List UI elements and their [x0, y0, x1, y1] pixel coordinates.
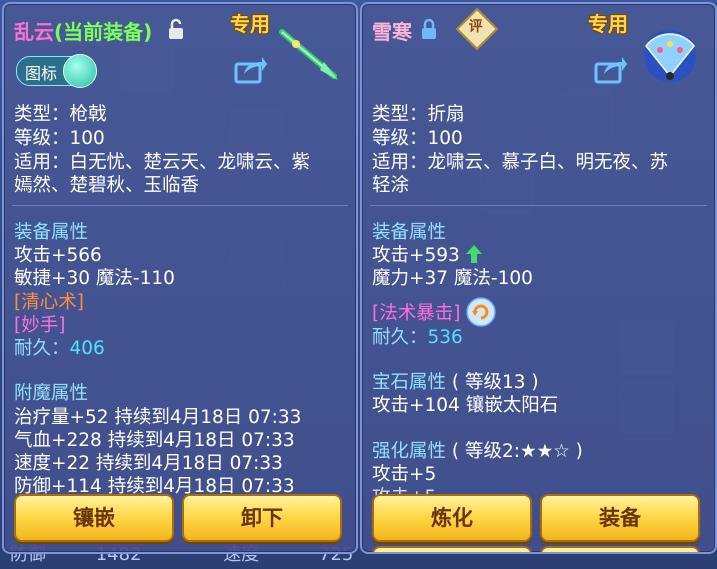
gem-heading-label: 宝石属性 — [372, 372, 447, 393]
toggle-knob — [63, 54, 97, 88]
extract-button[interactable]: 提炼 — [540, 546, 700, 552]
item-type: 类型：枪戟 — [14, 104, 107, 125]
durability: 耐久：536 — [372, 323, 463, 349]
refine-button[interactable]: 炼化 — [372, 494, 532, 542]
current-equipment-panel: 乱云(当前装备) 专用 图标 类型：枪戟 等级：100 适用：白无忧、楚云天、龙… — [2, 2, 358, 554]
compare-item-panel: 雪寒 评 专用 类型：折扇 等级：100 适用：龙啸云、慕子白、明无夜、苏 轻涂… — [360, 2, 717, 554]
gem-level: ( 等级13 ) — [451, 372, 539, 393]
refresh-icon[interactable] — [466, 297, 497, 327]
section-divider — [12, 205, 348, 206]
item-name: 雪寒 — [372, 20, 412, 44]
item-applies-continued: 嫣然、楚碧秋、玉临香 — [14, 175, 200, 196]
item-level: 等级：100 — [372, 128, 463, 149]
section-divider — [370, 205, 707, 206]
strengthen-level: ( 等级2:★★☆ ) — [451, 441, 583, 462]
inlay-button[interactable]: 镶嵌 — [14, 494, 174, 542]
icon-toggle[interactable]: 图标 — [16, 54, 97, 88]
lock-icon[interactable] — [420, 18, 438, 40]
durability: 耐久：406 — [14, 334, 105, 360]
strengthen-heading-label: 强化属性 — [372, 441, 447, 462]
item-name: 乱云 — [14, 20, 54, 44]
current-equipped-tag: (当前装备) — [54, 20, 153, 44]
item-type: 类型：折扇 — [372, 104, 465, 125]
exclusive-label: 专用 — [588, 12, 628, 36]
item-applies-continued: 轻涂 — [372, 175, 410, 196]
equip-attr-1-text: 攻击+593 — [372, 245, 460, 266]
gem-attr: 攻击+104 镶嵌太阳石 — [372, 395, 559, 416]
share-icon[interactable] — [234, 54, 268, 84]
exclusive-label: 专用 — [230, 12, 270, 36]
toggle-label: 图标 — [25, 64, 58, 83]
durability-label: 耐久： — [372, 327, 428, 348]
enchant-heading: 附魔属性 — [14, 383, 89, 404]
unlock-icon[interactable] — [166, 18, 186, 40]
equip-button[interactable]: 装备 — [540, 494, 700, 542]
equip-attr-2: 魔力+37 魔法-100 — [372, 268, 533, 289]
durability-label: 耐久： — [14, 338, 70, 359]
special-skill-1: [法术暴击] — [372, 303, 461, 324]
donate-button[interactable]: 捐献 — [372, 546, 532, 552]
rate-label: 评 — [468, 19, 483, 36]
durability-value: 536 — [427, 327, 463, 348]
unequip-button[interactable]: 卸下 — [182, 494, 342, 542]
item-level: 等级：100 — [14, 128, 105, 149]
folding-fan-icon — [644, 30, 696, 82]
share-icon[interactable] — [594, 54, 628, 84]
item-title: 乱云(当前装备) — [14, 16, 152, 45]
item-applies: 适用：龙啸云、慕子白、明无夜、苏 — [372, 152, 669, 173]
spear-weapon-icon — [279, 29, 338, 80]
rate-badge[interactable]: 评 — [455, 7, 499, 51]
equip-attr-2: 敏捷+30 魔法-110 — [14, 268, 175, 289]
up-arrow-icon — [465, 245, 482, 263]
durability-value: 406 — [69, 338, 105, 359]
